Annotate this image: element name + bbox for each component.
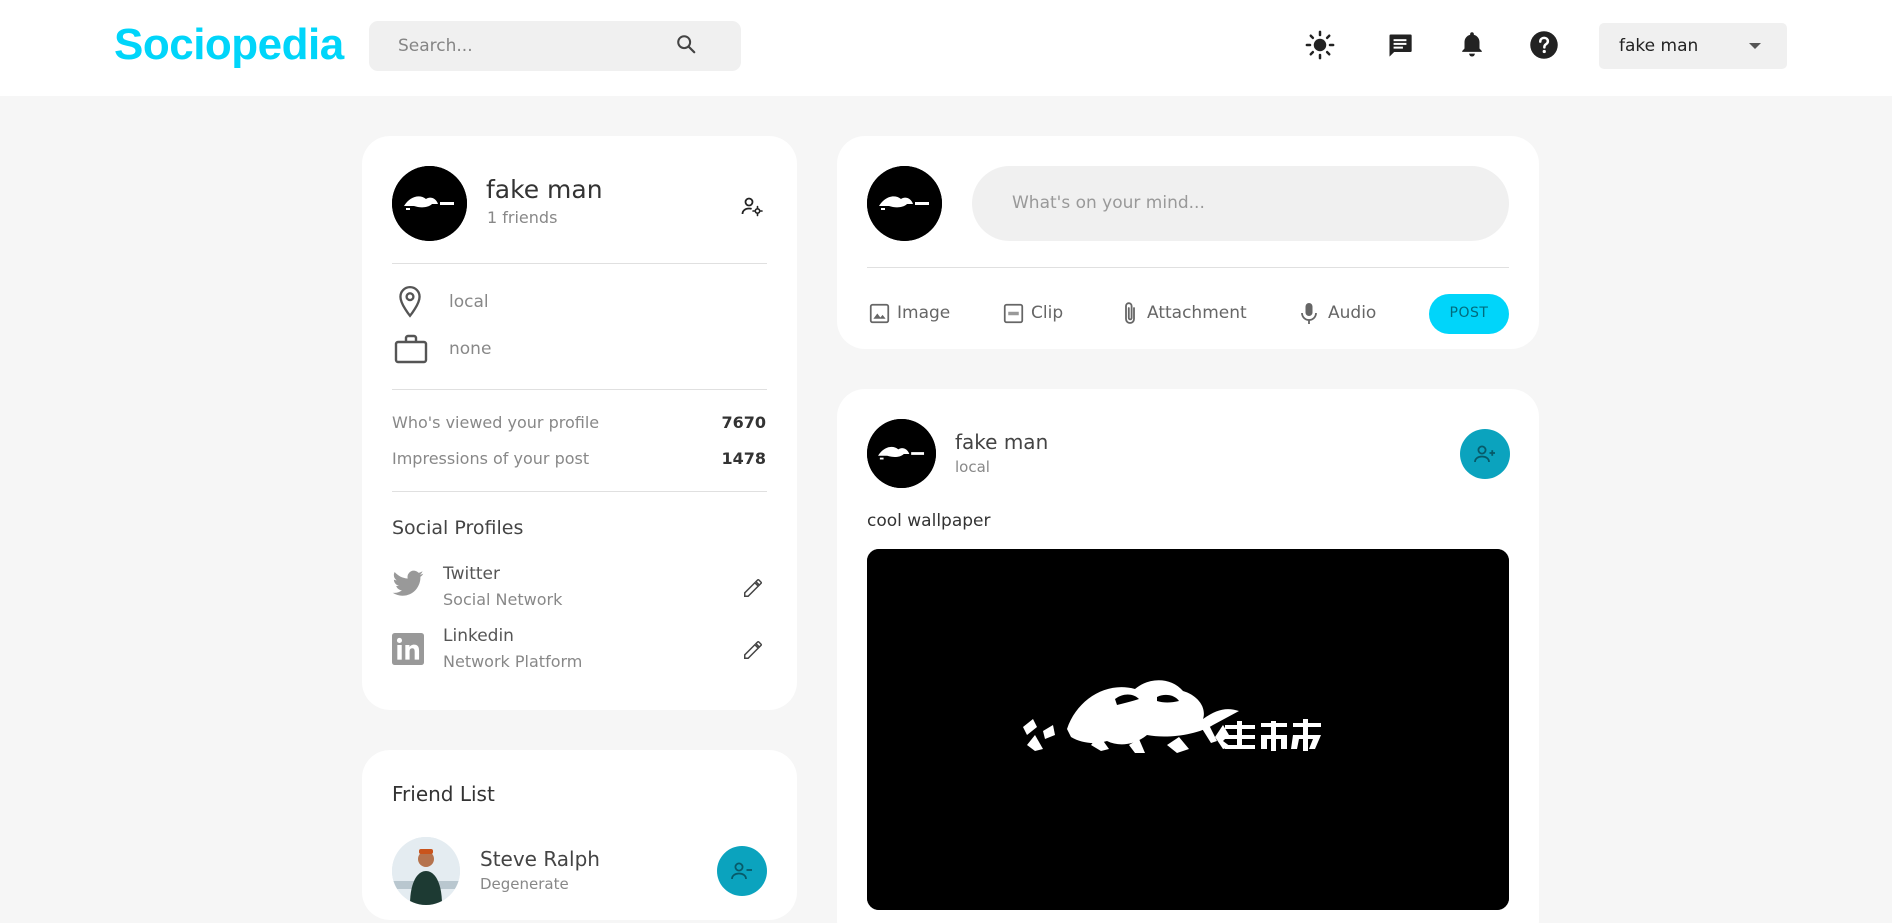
mic-icon[interactable]	[1300, 302, 1318, 326]
twitter-icon	[392, 570, 424, 596]
composer-action-attachment[interactable]: Attachment	[1147, 303, 1247, 323]
post-caption: cool wallpaper	[867, 511, 991, 531]
post-button[interactable]: POST	[1429, 294, 1509, 334]
profile-occupation: none	[449, 339, 492, 359]
post-author-location: local	[955, 458, 990, 476]
profile-name[interactable]: fake man	[486, 175, 603, 204]
remove-friend-button[interactable]	[717, 846, 767, 896]
post-input-placeholder: What's on your mind...	[1012, 193, 1205, 213]
add-friend-button[interactable]	[1460, 429, 1510, 479]
post-author-avatar[interactable]	[867, 419, 936, 488]
navbar: Sociopedia Search... fake man	[0, 0, 1892, 96]
profile-friends-count: 1 friends	[487, 208, 558, 227]
stat-value: 1478	[721, 449, 766, 468]
image-icon[interactable]	[869, 303, 890, 324]
social-name[interactable]: Twitter	[443, 564, 500, 584]
divider	[392, 389, 767, 390]
manage-account-icon[interactable]	[740, 194, 764, 218]
composer-action-audio[interactable]: Audio	[1328, 303, 1376, 323]
social-desc: Network Platform	[443, 652, 583, 671]
friend-avatar[interactable]	[392, 837, 460, 905]
notifications-icon[interactable]	[1458, 30, 1486, 60]
stat-value: 7670	[721, 413, 766, 432]
friend-list-heading: Friend List	[392, 782, 495, 806]
work-icon	[394, 334, 428, 364]
user-dropdown-label: fake man	[1619, 36, 1699, 56]
social-name[interactable]: Linkedin	[443, 626, 514, 646]
attachment-icon[interactable]	[1120, 301, 1140, 327]
wallpaper-art-icon	[392, 166, 467, 241]
person-add-icon	[1474, 445, 1495, 463]
gif-icon[interactable]	[1003, 303, 1024, 324]
divider	[392, 263, 767, 264]
person-remove-icon	[731, 862, 752, 880]
app-logo[interactable]: Sociopedia	[114, 20, 344, 70]
composer-action-image[interactable]: Image	[897, 303, 950, 323]
message-icon[interactable]	[1386, 31, 1414, 59]
friend-occupation: Degenerate	[480, 875, 569, 893]
caret-down-icon	[1749, 43, 1761, 49]
post-image[interactable]	[867, 549, 1509, 910]
profile-avatar[interactable]	[392, 166, 467, 241]
user-dropdown[interactable]: fake man	[1599, 23, 1787, 69]
post-input[interactable]: What's on your mind...	[972, 166, 1509, 241]
location-icon	[399, 285, 421, 318]
composer-avatar[interactable]	[867, 166, 942, 241]
post-button-label: POST	[1449, 305, 1489, 321]
friend-name[interactable]: Steve Ralph	[480, 847, 600, 871]
edit-icon[interactable]	[742, 577, 764, 599]
divider	[392, 491, 767, 492]
profile-location: local	[449, 292, 489, 312]
post-author-name[interactable]: fake man	[955, 430, 1048, 454]
wallpaper-art-icon	[867, 549, 1509, 910]
help-icon[interactable]	[1529, 30, 1559, 60]
composer-action-clip[interactable]: Clip	[1031, 303, 1063, 323]
wallpaper-art-icon	[867, 419, 936, 488]
stat-label: Impressions of your post	[392, 449, 590, 468]
search-icon[interactable]	[675, 33, 697, 55]
wallpaper-art-icon	[867, 166, 942, 241]
light-mode-icon[interactable]	[1305, 30, 1335, 60]
stat-label: Who's viewed your profile	[392, 413, 600, 432]
edit-icon[interactable]	[742, 639, 764, 661]
linkedin-icon	[392, 633, 424, 665]
divider	[867, 267, 1509, 268]
social-profiles-heading: Social Profiles	[392, 517, 524, 539]
social-desc: Social Network	[443, 590, 563, 609]
person-photo-icon	[392, 837, 460, 905]
search-input[interactable]: Search...	[398, 36, 473, 56]
